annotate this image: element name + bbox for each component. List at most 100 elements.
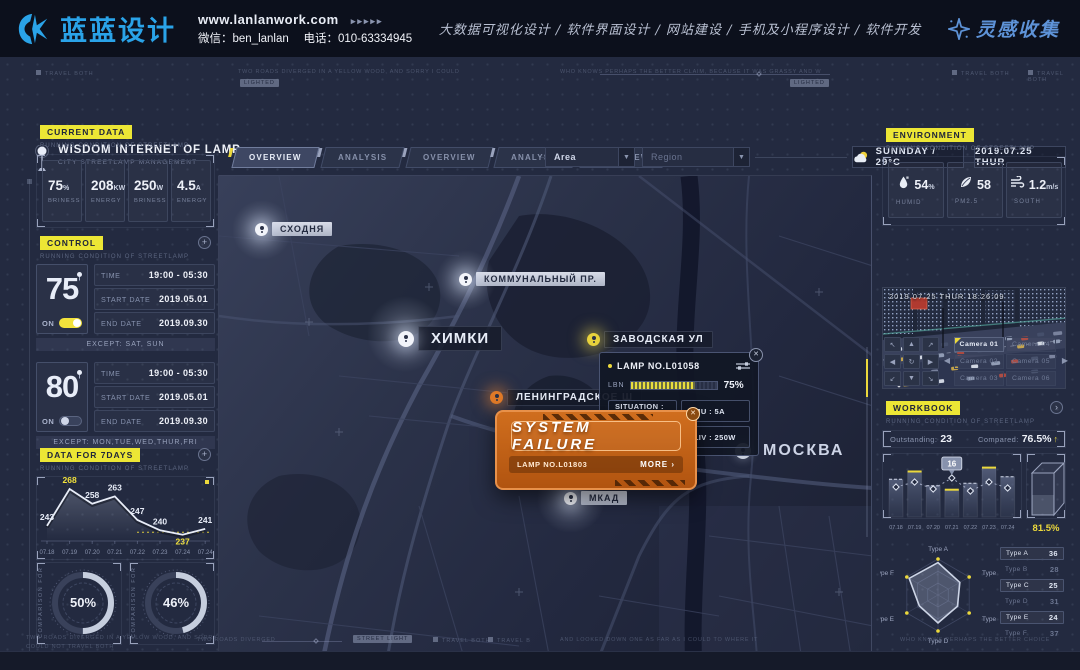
camera-button-5[interactable]: Camera 05: [1006, 354, 1056, 369]
svg-text:07.21: 07.21: [107, 550, 123, 556]
pan-up-left-icon[interactable]: ↖: [884, 337, 901, 352]
tab-overview-2[interactable]: OVERVIEW: [405, 147, 493, 168]
camera-button-4[interactable]: Camera 04: [1006, 337, 1056, 352]
map-scrollbar-thumb[interactable]: [866, 359, 868, 397]
pan-up-icon[interactable]: ▲: [903, 337, 920, 352]
pan-right-icon[interactable]: ▶: [922, 354, 939, 369]
dim-toggle[interactable]: [59, 416, 82, 426]
chevron-down-icon[interactable]: ▼: [733, 148, 749, 166]
camera-button-6[interactable]: Camera 06: [1006, 371, 1056, 386]
region-select-value: Region: [643, 152, 683, 162]
control-row-value: 19:00 - 05:30: [149, 270, 208, 280]
control-row-label: TIME: [101, 369, 121, 378]
pan-down-left-icon[interactable]: ↙: [884, 371, 901, 386]
week-chart-add-button[interactable]: +: [198, 448, 211, 461]
decor-check: TRAVEL B: [488, 637, 531, 644]
stat-briness: 250WBRINESS: [128, 160, 168, 222]
map-label-2[interactable]: ХИМКИ: [398, 326, 502, 351]
camera-prev-arrow[interactable]: ◀: [942, 337, 952, 384]
camera-next-arrow[interactable]: ▶: [1060, 337, 1070, 384]
popup-close-icon[interactable]: ✕: [749, 348, 763, 362]
control-row-end-date[interactable]: END DATE2019.09.30: [94, 312, 215, 334]
control-row-end-date[interactable]: END DATE2019.09.30: [94, 410, 215, 432]
lamp-pin-icon[interactable]: [459, 273, 472, 286]
svg-text:07.24: 07.24: [1001, 525, 1015, 531]
area-select[interactable]: Area ▼: [545, 147, 635, 167]
type-value: 25: [1049, 581, 1058, 590]
hazard-stripe: [615, 480, 685, 486]
svg-text:241: 241: [198, 515, 212, 525]
website-link[interactable]: www.lanlanwork.com: [198, 12, 339, 27]
alert-lamp-id: LAMP NO.L01803: [517, 460, 587, 469]
gauge-label: COMPARISON FOR: [130, 563, 140, 644]
camera-button-1[interactable]: Camera 01: [954, 337, 1004, 352]
decor-check: TRAVEL BOTH: [433, 637, 491, 644]
control-row-value: 2019.09.30: [159, 416, 208, 426]
control-row-time[interactable]: TIME19:00 - 05:30: [94, 264, 215, 286]
svg-text:81.5%: 81.5%: [1033, 523, 1060, 534]
tab-analysis-1[interactable]: ANALYSIS: [320, 147, 405, 168]
camera-button-2[interactable]: Camera 02: [954, 354, 1004, 369]
map-label-6[interactable]: МКАД: [564, 491, 627, 505]
lamp-pin-icon[interactable]: [564, 492, 577, 505]
alert-more-button[interactable]: MORE ›: [640, 460, 675, 469]
promo-banner: 蓝蓝设计 www.lanlanwork.com ▸▸▸▸▸ 微信：ben_lan…: [0, 0, 1080, 57]
stat-label: ENERGY: [177, 198, 210, 204]
tab-label: OVERVIEW: [423, 153, 476, 162]
type-row-type-e[interactable]: Type E24: [1000, 611, 1064, 624]
stat-value: 250W: [134, 178, 167, 193]
dim-toggle[interactable]: [59, 318, 82, 328]
control-row-time[interactable]: TIME19:00 - 05:30: [94, 362, 215, 384]
env-label: SOUTH: [1007, 199, 1041, 205]
tab-overview-0[interactable]: OVERVIEW: [231, 147, 319, 168]
lamp-pin-icon[interactable]: [490, 391, 503, 404]
decor-badge: LIGHTED: [240, 79, 279, 87]
dim-state-label: ON: [42, 319, 54, 328]
camera-button-3[interactable]: Camera 03: [954, 371, 1004, 386]
control-row-start-date[interactable]: START DATE2019.05.01: [94, 288, 215, 310]
control-row-start-date[interactable]: START DATE2019.05.01: [94, 386, 215, 408]
stat-value: 208KW: [91, 178, 124, 193]
lbn-progress-bar[interactable]: [630, 381, 718, 390]
env-value: 58: [977, 178, 991, 192]
chevron-down-icon[interactable]: ▼: [618, 148, 634, 166]
lamp-pin-icon[interactable]: [587, 333, 600, 346]
type-table: Type A36 Type B28 Type C25 Type D31 Type E24…: [1000, 547, 1066, 643]
type-row-type-b[interactable]: Type B28: [1000, 563, 1064, 576]
alert-close-icon[interactable]: ✕: [686, 407, 700, 421]
type-row-type-a[interactable]: Type A36: [1000, 547, 1064, 560]
map-scrollbar[interactable]: [866, 347, 868, 537]
pan-down-icon[interactable]: ▼: [903, 371, 920, 386]
control-subtitle: RUNNING CONDITION OF STREETLAMP: [40, 254, 189, 260]
map-label-text: МОСКВА: [755, 440, 852, 462]
control-add-button[interactable]: +: [198, 236, 211, 249]
city-map[interactable]: СХОДНЯКОММУНАЛЬНЫЙ ПР.ХИМКИЗАВОДСКАЯ УЛЛ…: [218, 175, 872, 670]
pan-up-right-icon[interactable]: ↗: [922, 337, 939, 352]
refresh-icon[interactable]: ↻: [903, 354, 920, 369]
svg-text:07.23: 07.23: [152, 550, 168, 556]
pan-left-icon[interactable]: ◀: [884, 354, 901, 369]
stat-energy: 208KWENERGY: [85, 160, 125, 222]
collect-label: 灵感收集: [976, 15, 1060, 42]
map-label-3[interactable]: ЗАВОДСКАЯ УЛ: [587, 331, 713, 348]
env-pm25: 58PM2.5: [947, 162, 1003, 218]
pan-down-right-icon[interactable]: ↘: [922, 371, 939, 386]
lamp-pin-icon[interactable]: [398, 331, 414, 347]
type-row-type-d[interactable]: Type D31: [1000, 595, 1064, 608]
type-row-type-c[interactable]: Type C25: [1000, 579, 1064, 592]
map-label-1[interactable]: КОММУНАЛЬНЫЙ ПР.: [459, 272, 605, 286]
control-row-label: END DATE: [101, 319, 142, 328]
lamp-mini-icon: [76, 366, 83, 384]
map-label-0[interactable]: СХОДНЯ: [255, 222, 332, 236]
sliders-icon[interactable]: [736, 361, 750, 371]
decor-top-strip: TRAVEL BOTHTWO ROADS DIVERGED IN A YELLO…: [0, 62, 1080, 86]
control-row-value: 2019.05.01: [159, 294, 208, 304]
workbook-expand-button[interactable]: ›: [1050, 401, 1063, 414]
inspiration-collect[interactable]: 灵感收集: [948, 15, 1060, 42]
comparison-gauge-0: COMPARISON FOR50%: [36, 562, 122, 645]
lamp-pin-icon[interactable]: [255, 223, 268, 236]
svg-text:07.22: 07.22: [130, 550, 146, 556]
region-select[interactable]: Region ▼: [642, 147, 750, 167]
env-value: 1.2m/s: [1029, 178, 1058, 192]
compared-label: Compared:: [978, 435, 1019, 444]
